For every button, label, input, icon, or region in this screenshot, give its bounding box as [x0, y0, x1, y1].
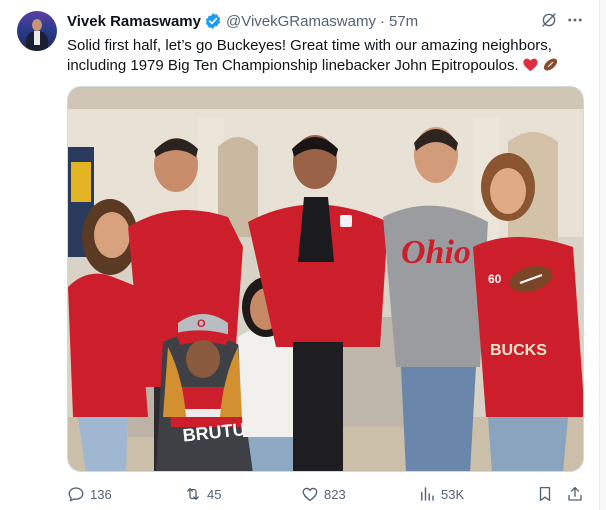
reply-button[interactable]: 136 [67, 484, 112, 504]
tweet-timestamp[interactable]: 57m [389, 13, 418, 30]
like-icon [302, 487, 318, 502]
avatar-shirt [34, 31, 40, 45]
repost-icon [187, 488, 199, 500]
hat-logo-text: O [197, 318, 206, 330]
tweet-text-line-2-wrap: including 1979 Big Ten Championship line… [67, 56, 592, 76]
repost-count: 45 [207, 486, 222, 502]
sweater-bucks-text: BUCKS [490, 342, 547, 359]
share-icon [568, 486, 582, 501]
bookmark-button[interactable] [536, 484, 554, 504]
tweet-text-line-1: Solid first half, let’s go Buckeyes! Gre… [67, 37, 552, 54]
like-count: 823 [324, 486, 346, 502]
tweet-header: Vivek Ramaswamy @VivekGRamaswamy · 57m [67, 11, 418, 31]
more-options-icon[interactable] [566, 11, 584, 29]
tweet-text: Solid first half, let’s go Buckeyes! Gre… [67, 36, 592, 76]
author-name[interactable]: Vivek Ramaswamy [67, 13, 201, 30]
author-handle[interactable]: @VivekGRamaswamy [226, 13, 376, 30]
views-button[interactable]: 53K [418, 484, 464, 504]
verified-badge-icon [205, 13, 221, 29]
tweet-card[interactable]: Vivek Ramaswamy @VivekGRamaswamy · 57m S… [0, 0, 600, 510]
repost-button[interactable]: 45 [184, 484, 221, 504]
bookmark-icon [539, 486, 551, 502]
views-count: 53K [441, 486, 465, 502]
header-separator: · [379, 12, 385, 30]
avatar-head [32, 19, 42, 31]
tweet-photo[interactable]: BRUTUS O Ohio 60 BUCKS [67, 86, 584, 472]
tweet-text-line-2: including 1979 Big Ten Championship line… [67, 57, 519, 74]
avatar[interactable] [17, 11, 57, 51]
shirt-ohio-text: Ohio [401, 234, 471, 271]
like-button[interactable]: 823 [301, 484, 346, 504]
reply-count: 136 [90, 486, 112, 502]
sweater-number-text: 60 [488, 272, 502, 286]
red-heart-icon [523, 58, 538, 72]
football-icon [543, 58, 557, 71]
reply-icon [68, 487, 84, 502]
tweet-actions: 136 45 823 53K [67, 484, 587, 504]
grok-icon[interactable] [540, 11, 558, 29]
share-button[interactable] [566, 484, 584, 504]
group-photo-illustration: BRUTUS O Ohio 60 BUCKS [68, 87, 583, 471]
views-icon [421, 487, 434, 501]
